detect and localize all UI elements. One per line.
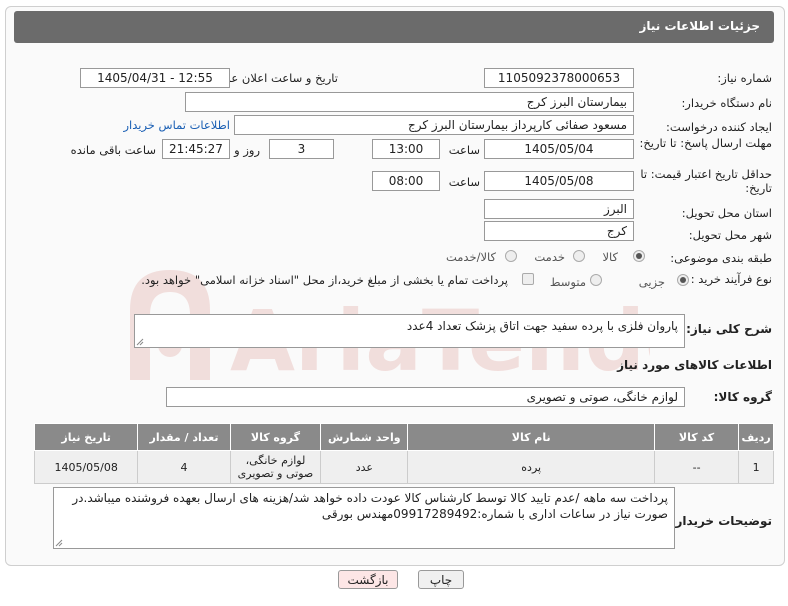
category-radio-goods[interactable] <box>633 250 645 262</box>
category-radio-service[interactable] <box>573 250 585 262</box>
table-row: 1 -- پرده عدد لوازم خانگی، صوتی و تصویری… <box>33 450 774 484</box>
process-label: نوع فرآیند خرید : <box>690 272 772 286</box>
buyer-notes-label: توضیحات خریدار: <box>670 514 772 528</box>
cell-name: پرده <box>407 450 656 484</box>
deadline-time-label: ساعت <box>448 143 480 157</box>
cell-date: 1405/05/08 <box>33 450 139 484</box>
validity-time-label: ساعت <box>448 175 480 189</box>
general-desc-label: شرح کلی نیاز: <box>686 322 772 336</box>
process-radio-medium[interactable] <box>590 274 602 286</box>
cell-group: لوازم خانگی، صوتی و تصویری <box>229 450 322 484</box>
general-desc-field: پاروان فلزی با پرده سفید جهت اتاق پزشک ت… <box>134 314 685 348</box>
days-field: 3 <box>269 139 334 159</box>
treasury-payment-note: پرداخت تمام یا بخشی از مبلغ خرید،از محل … <box>141 273 508 287</box>
cell-unit: عدد <box>320 450 409 484</box>
validity-time-field: 08:00 <box>372 171 440 191</box>
category-option-service: خدمت <box>534 250 565 264</box>
deadline-date-field: 1405/05/04 <box>484 139 634 159</box>
category-label: طبقه بندی موضوعی: <box>670 251 772 265</box>
remaining-time-field: 21:45:27 <box>162 139 230 159</box>
category-radio-both[interactable] <box>505 250 517 262</box>
province-field: البرز <box>484 199 634 219</box>
requester-field: مسعود صفائی کارپرداز بیمارستان البرز کرج <box>234 115 634 135</box>
cell-qty: 4 <box>137 450 231 484</box>
days-label: روز و <box>234 143 260 157</box>
buyer-notes-field: پرداخت سه ماهه /عدم تایید کالا توسط کارش… <box>53 487 675 549</box>
resize-grip-icon[interactable] <box>136 338 144 346</box>
need-number-label: شماره نیاز: <box>717 71 772 85</box>
back-button[interactable]: بازگشت <box>338 570 398 589</box>
announce-date-field: 1405/04/31 - 12:55 <box>80 68 230 88</box>
col-group: گروه کالا <box>229 423 322 451</box>
category-option-both: کالا/خدمت <box>445 250 496 264</box>
col-row: ردیف <box>738 423 774 451</box>
col-date: تاریخ نیاز <box>33 423 139 451</box>
category-option-goods: کالا <box>602 250 618 264</box>
col-name: نام کالا <box>407 423 656 451</box>
panel-header: جزئیات اطلاعات نیاز <box>14 11 774 43</box>
goods-group-field: لوازم خانگی، صوتی و تصویری <box>166 387 685 407</box>
requester-label: ایجاد کننده درخواست: <box>666 120 772 134</box>
col-code: کد کالا <box>654 423 740 451</box>
process-radio-minor[interactable] <box>677 274 689 286</box>
panel-title: جزئیات اطلاعات نیاز <box>639 19 760 33</box>
province-label: استان محل تحویل: <box>681 206 772 220</box>
treasury-payment-checkbox[interactable] <box>522 273 534 285</box>
validity-date-field: 1405/05/08 <box>484 171 634 191</box>
deadline-label: مهلت ارسال پاسخ: تا تاریخ: <box>639 136 772 150</box>
cell-code: -- <box>654 450 740 484</box>
buyer-org-field: بیمارستان البرز کرج <box>185 92 634 112</box>
goods-group-label: گروه کالا: <box>713 390 772 404</box>
contact-info-link[interactable]: اطلاعات تماس خریدار <box>123 118 230 132</box>
table-header-row: ردیف کد کالا نام کالا واحد شمارش گروه کا… <box>33 423 774 451</box>
city-field: کرج <box>484 221 634 241</box>
process-option-minor: جزیی <box>638 275 665 289</box>
cell-row: 1 <box>738 450 774 484</box>
goods-info-title: اطلاعات کالاهای مورد نیاز <box>617 358 772 372</box>
process-option-medium: متوسط <box>549 275 586 289</box>
validity-label: حداقل تاریخ اعتبار قیمت: تا تاریخ: <box>640 167 772 195</box>
remaining-time-label: ساعت باقی مانده <box>70 143 156 157</box>
buyer-org-label: نام دستگاه خریدار: <box>681 96 772 110</box>
goods-table: ردیف کد کالا نام کالا واحد شمارش گروه کا… <box>33 423 774 484</box>
deadline-time-field: 13:00 <box>372 139 440 159</box>
col-unit: واحد شمارش <box>320 423 409 451</box>
city-label: شهر محل تحویل: <box>688 228 772 242</box>
col-qty: تعداد / مقدار <box>137 423 231 451</box>
notes-resize-grip-icon[interactable] <box>55 539 63 547</box>
print-button[interactable]: چاپ <box>418 570 464 589</box>
need-number-field: 1105092378000653 <box>484 68 634 88</box>
